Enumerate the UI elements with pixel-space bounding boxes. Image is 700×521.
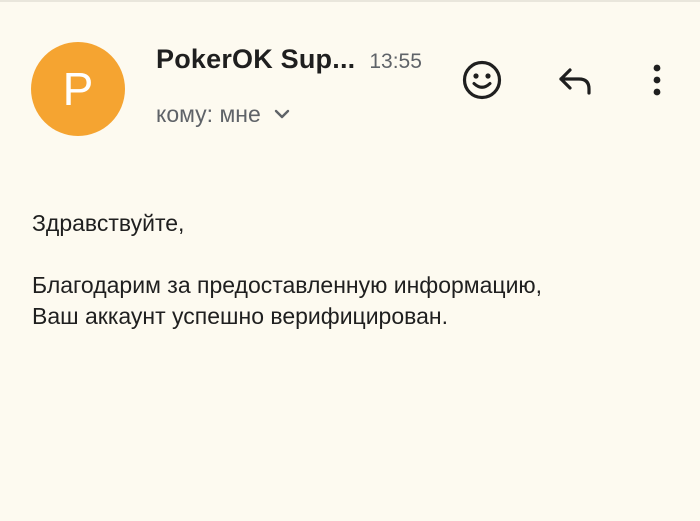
message-time: 13:55 [369, 50, 422, 73]
message-greeting: Здравствуйте, [32, 210, 185, 236]
chevron-down-icon [273, 105, 291, 123]
message-line-2: Ваш аккаунт успешно верифицирован. [32, 303, 448, 329]
recipient-label: кому: мне [156, 100, 261, 127]
top-divider [0, 0, 700, 2]
sender-avatar[interactable]: P [31, 42, 125, 136]
more-vert-icon [650, 60, 664, 105]
message-body: Здравствуйте, Благодарим за предоставлен… [32, 208, 672, 332]
sender-row: PokerOK Sup... 13:55 [156, 44, 422, 84]
avatar-letter: P [62, 63, 94, 115]
message-line-1: Благодарим за предоставленную информацию… [32, 272, 543, 298]
reply-icon [555, 60, 595, 105]
recipient-details-toggle[interactable]: кому: мне [156, 99, 291, 129]
reply-button[interactable] [549, 56, 601, 108]
sender-name[interactable]: PokerOK Sup... [156, 44, 355, 75]
more-options-button[interactable] [631, 56, 683, 108]
emoji-smile-icon [461, 59, 503, 106]
add-reaction-button[interactable] [456, 56, 508, 108]
